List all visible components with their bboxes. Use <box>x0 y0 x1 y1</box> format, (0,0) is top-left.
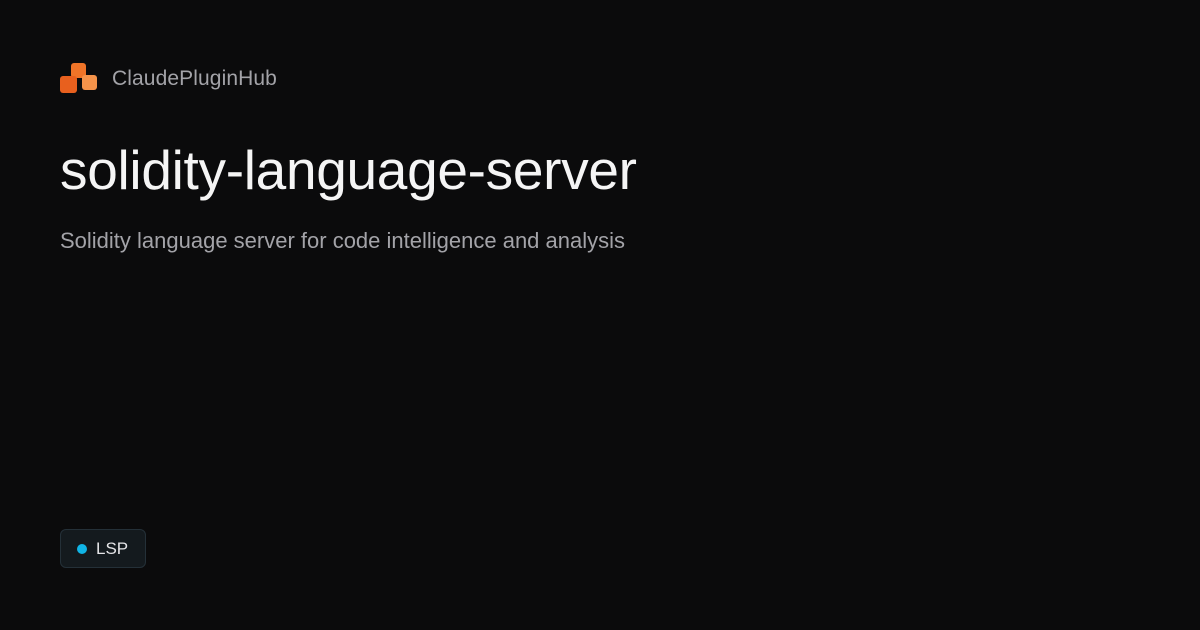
status-dot-icon <box>77 543 87 554</box>
brand-name: ClaudePluginHub <box>112 67 277 90</box>
brand-header: ClaudePluginHub <box>60 62 277 96</box>
category-badge-label: LSP <box>96 538 129 558</box>
category-badge: LSP <box>60 529 147 568</box>
og-card: ClaudePluginHub solidity-language-server… <box>0 0 1200 630</box>
page-title: solidity-language-server <box>60 139 637 201</box>
stacked-blocks-icon <box>60 63 97 93</box>
plugin-description: Solidity language server for code intell… <box>60 228 626 253</box>
